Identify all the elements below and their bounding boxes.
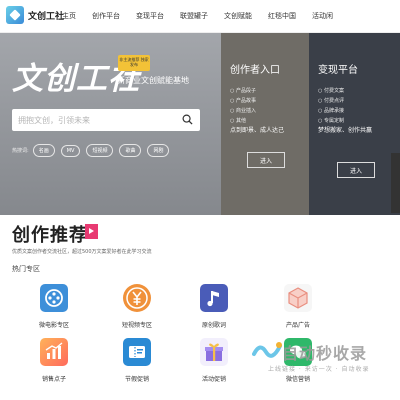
- hot-zone-label: 热门专区: [12, 265, 40, 273]
- watermark-logo-icon: [252, 342, 282, 358]
- creator-panel-title: 创作者入口: [230, 65, 280, 76]
- side-float-strip[interactable]: [391, 153, 400, 213]
- category-card[interactable]: 微电影专区: [24, 284, 84, 329]
- search-input[interactable]: [18, 109, 178, 131]
- cash-panel-list: ○ 付费文案 ○ 付费点评 ○ 品牌承接 ○ 专属定制: [318, 86, 344, 126]
- nav-item-redcarpet[interactable]: 红毯中国: [268, 11, 296, 21]
- category-label: 活动促销: [201, 376, 226, 383]
- search-icon[interactable]: [182, 114, 193, 125]
- ticket-icon: [123, 338, 151, 366]
- list-item: ○ 商业插入: [230, 108, 256, 114]
- cash-panel-slogan: 梦想搬家、创作共赢: [318, 127, 373, 134]
- category-card[interactable]: 活动促销: [184, 338, 244, 383]
- hero-badge-text: 非主流推荐 独家发布: [119, 57, 149, 67]
- cash-panel-title: 变现平台: [318, 65, 358, 76]
- watermark-overlay: 自动秒收录 上线链接 · 来访一次 · 自动收录: [252, 340, 400, 380]
- nav-item-empower[interactable]: 文创赋能: [224, 11, 252, 21]
- creator-panel-slogan: 点到即景、成人达己: [230, 127, 285, 134]
- list-item: ○ 付费文案: [318, 88, 344, 94]
- yen-coin-icon: [123, 284, 151, 312]
- site-logo[interactable]: 文创工社: [6, 6, 64, 24]
- hero-badge: 非主流推荐 独家发布: [118, 55, 150, 71]
- category-label: 原创歌词: [201, 322, 226, 329]
- category-card[interactable]: 短视频专区: [107, 284, 167, 329]
- category-label: 节假促销: [124, 376, 149, 383]
- cash-panel: 变现平台 ○ 付费文案 ○ 付费点评 ○ 品牌承接 ○ 专属定制 梦想搬家、创作…: [309, 33, 400, 215]
- arrow-right-icon[interactable]: [85, 224, 98, 239]
- list-item: ○ 产品段子: [230, 88, 256, 94]
- category-label: 销售点子: [41, 376, 66, 383]
- hot-tag[interactable]: 网剧: [147, 144, 170, 157]
- section-title: 创作推荐: [12, 225, 88, 246]
- category-card[interactable]: 销售点子: [24, 338, 84, 383]
- nav-item-create[interactable]: 创作平台: [92, 11, 120, 21]
- chart-icon: [40, 338, 68, 366]
- list-item: ○ 品牌承接: [318, 108, 344, 114]
- category-label: 短视频专区: [121, 322, 152, 329]
- watermark-subtitle: 上线链接 · 来访一次 · 自动收录: [268, 366, 370, 373]
- list-item: ○ 付费点评: [318, 98, 344, 104]
- category-card[interactable]: 原创歌词: [184, 284, 244, 329]
- hot-search-label: 热搜词:: [12, 148, 29, 154]
- hot-tag[interactable]: 短视频: [86, 144, 114, 157]
- list-item: ○ 产品故事: [230, 98, 256, 104]
- box-icon: [284, 284, 312, 312]
- category-card[interactable]: 节假促销: [107, 338, 167, 383]
- category-label: 产品广告: [285, 322, 310, 329]
- hot-tag[interactable]: 歌曲: [119, 144, 142, 157]
- main-nav: 主页 创作平台 变现平台 联盟罐子 文创赋能 红毯中国 活动闲: [62, 11, 349, 21]
- category-label: 微电影专区: [38, 322, 69, 329]
- creator-panel-list: ○ 产品段子 ○ 产品故事 ○ 商业插入 ○ 其他: [230, 86, 256, 126]
- search-box: [12, 109, 200, 131]
- hero-banner: 文创工社 非主流推荐 独家发布 新商业文创赋能基地 热搜词: 名画 MV 短视频…: [0, 33, 400, 215]
- nav-item-monetize[interactable]: 变现平台: [136, 11, 164, 21]
- hot-tag[interactable]: 名画: [32, 144, 55, 157]
- hot-search-row: 热搜词: 名画 MV 短视频 歌曲 网剧: [12, 144, 175, 157]
- logo-icon: [6, 6, 24, 24]
- top-header: 文创工社 主页 创作平台 变现平台 联盟罐子 文创赋能 红毯中国 活动闲: [0, 0, 400, 33]
- music-note-icon: [200, 284, 228, 312]
- cash-enter-button[interactable]: 进入: [337, 162, 375, 178]
- nav-item-events[interactable]: 活动闲: [312, 11, 333, 21]
- category-card[interactable]: 产品广告: [268, 284, 328, 329]
- section-description: 优质文案创作者交流社区，超过500万文案爱好者在此学习交流: [12, 249, 152, 255]
- creator-enter-button[interactable]: 进入: [247, 152, 285, 168]
- creator-panel: 创作者入口 ○ 产品段子 ○ 产品故事 ○ 商业插入 ○ 其他 点到即景、成人达…: [221, 33, 309, 215]
- hot-tag[interactable]: MV: [60, 144, 81, 157]
- gift-icon: [200, 338, 228, 366]
- nav-item-home[interactable]: 主页: [62, 11, 76, 21]
- logo-text: 文创工社: [28, 11, 65, 22]
- watermark-title: 自动秒收录: [282, 344, 368, 363]
- hero-main: 文创工社 非主流推荐 独家发布 新商业文创赋能基地 热搜词: 名画 MV 短视频…: [0, 33, 221, 215]
- film-reel-icon: [40, 284, 68, 312]
- nav-item-alliance[interactable]: 联盟罐子: [180, 11, 208, 21]
- hero-subtitle: 新商业文创赋能基地: [117, 76, 189, 85]
